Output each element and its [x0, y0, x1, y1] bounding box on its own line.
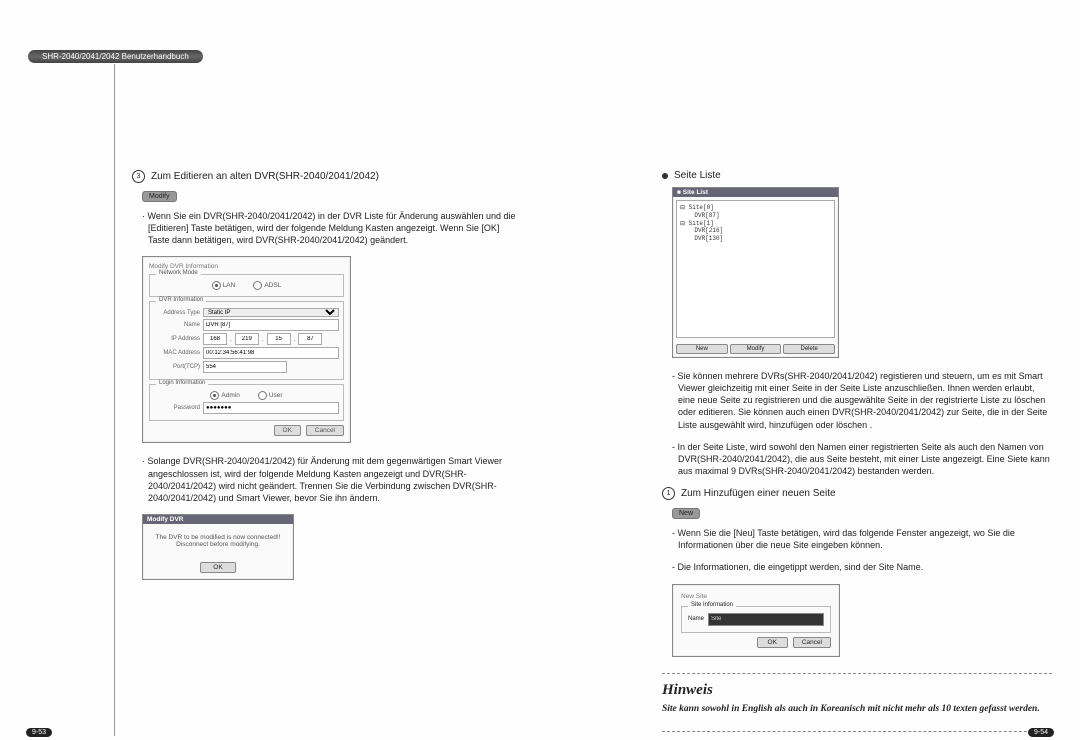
new-button[interactable]: New	[672, 508, 700, 519]
input-ip-1[interactable]	[203, 333, 227, 345]
radio-user[interactable]	[258, 391, 267, 400]
newsite-title: New Site	[681, 593, 831, 600]
right-paragraph-2: - In der Seite Liste, wird sowohl den Na…	[672, 441, 1052, 477]
newsite-cancel-button[interactable]: Cancel	[793, 637, 831, 648]
page-header: SHR-2040/2041/2042 Benutzerhandbuch	[28, 50, 203, 63]
left-paragraph-2: · Solange DVR(SHR-2040/2041/2042) für Än…	[142, 455, 522, 504]
hinweis-heading: Hinweis	[662, 682, 1052, 699]
cancel-button[interactable]: Cancel	[306, 425, 344, 436]
right-paragraph-3: - Wenn Sie die [Neu] Taste betätigen, wi…	[672, 527, 1052, 551]
radio-lan[interactable]	[212, 281, 221, 290]
site-list-panel: ■ Site List ⊟ Site[0] DVR[87] ⊟ Site[1] …	[672, 187, 839, 358]
group-dvr-info: DVR Information	[156, 297, 206, 303]
warn-ok-button[interactable]: OK	[200, 562, 235, 573]
page-number-right: 9-54	[1028, 728, 1054, 737]
site-tree[interactable]: ⊟ Site[0] DVR[87] ⊟ Site[1] DVR[216] DVR…	[676, 200, 835, 338]
divider-dotted	[662, 673, 1052, 674]
warn-msg-1: The DVR to be modified is now connected!…	[151, 534, 285, 541]
label-user: User	[269, 393, 283, 400]
input-mac[interactable]	[203, 347, 339, 359]
bullet-icon	[662, 173, 668, 179]
label-name: Name	[154, 322, 200, 328]
newsite-ok-button[interactable]: OK	[757, 637, 788, 648]
input-ip-4[interactable]	[298, 333, 322, 345]
label-lan: LAN	[223, 283, 236, 290]
step-3-title: Zum Editieren an alten DVR(SHR-2040/2041…	[151, 171, 379, 182]
radio-admin[interactable]	[210, 391, 219, 400]
group-site-info: Site Information	[688, 602, 736, 608]
label-site-name: Name	[688, 616, 704, 622]
label-password: Password	[154, 405, 200, 411]
sitelist-delete-button[interactable]: Delete	[783, 344, 835, 354]
group-network-mode: Network Mode	[156, 270, 201, 276]
input-ip-2[interactable]	[235, 333, 259, 345]
input-password[interactable]	[203, 402, 339, 414]
margin-rule	[114, 64, 115, 736]
section-title-site-list: Seite Liste	[674, 170, 721, 181]
right-paragraph-1: - Sie können mehrere DVRs(SHR-2040/2041/…	[672, 370, 1052, 431]
label-port: Port(TCP)	[154, 364, 200, 370]
group-login: Login Information	[156, 380, 208, 386]
select-address-type[interactable]: Static IP	[203, 308, 339, 317]
input-port[interactable]	[203, 361, 287, 373]
modify-dvr-dialog: Modify DVR Information Network Mode LAN …	[142, 256, 351, 443]
input-site-name[interactable]	[708, 613, 824, 626]
new-site-dialog: New Site Site Information Name OK Cancel	[672, 584, 840, 657]
sitelist-modify-button[interactable]: Modify	[730, 344, 782, 354]
label-mac: MAC Address	[154, 350, 200, 356]
label-admin: Admin	[221, 393, 239, 400]
input-ip-3[interactable]	[267, 333, 291, 345]
dialog-title: Modify DVR Information	[149, 263, 344, 270]
right-paragraph-4: - Die Informationen, die eingetippt werd…	[672, 561, 1052, 573]
hinweis-text: Site kann sowohl in English als auch in …	[662, 703, 1052, 715]
step-number-3: 3	[132, 170, 145, 183]
divider-dotted-2	[662, 731, 1052, 732]
modify-button[interactable]: Modify	[142, 191, 177, 202]
radio-adsl[interactable]	[253, 281, 262, 290]
step-number-1: 1	[662, 487, 675, 500]
modify-dvr-warn-dialog: Modify DVR The DVR to be modified is now…	[142, 514, 294, 580]
ok-button[interactable]: OK	[274, 425, 301, 436]
sitelist-title: Site List	[683, 189, 708, 196]
label-address-type: Address Type	[154, 310, 200, 316]
warn-title: Modify DVR	[143, 515, 293, 524]
input-dvr-name[interactable]	[203, 319, 339, 331]
label-adsl: ADSL	[264, 283, 281, 290]
warn-msg-2: Disconnect before modifying.	[151, 541, 285, 548]
label-ip: IP Address	[154, 336, 200, 342]
page-number-left: 9-53	[26, 728, 52, 737]
step-1-title: Zum Hinzufügen einer neuen Seite	[681, 488, 836, 499]
left-paragraph-1: · Wenn Sie ein DVR(SHR-2040/2041/2042) i…	[142, 210, 522, 246]
sitelist-new-button[interactable]: New	[676, 344, 728, 354]
